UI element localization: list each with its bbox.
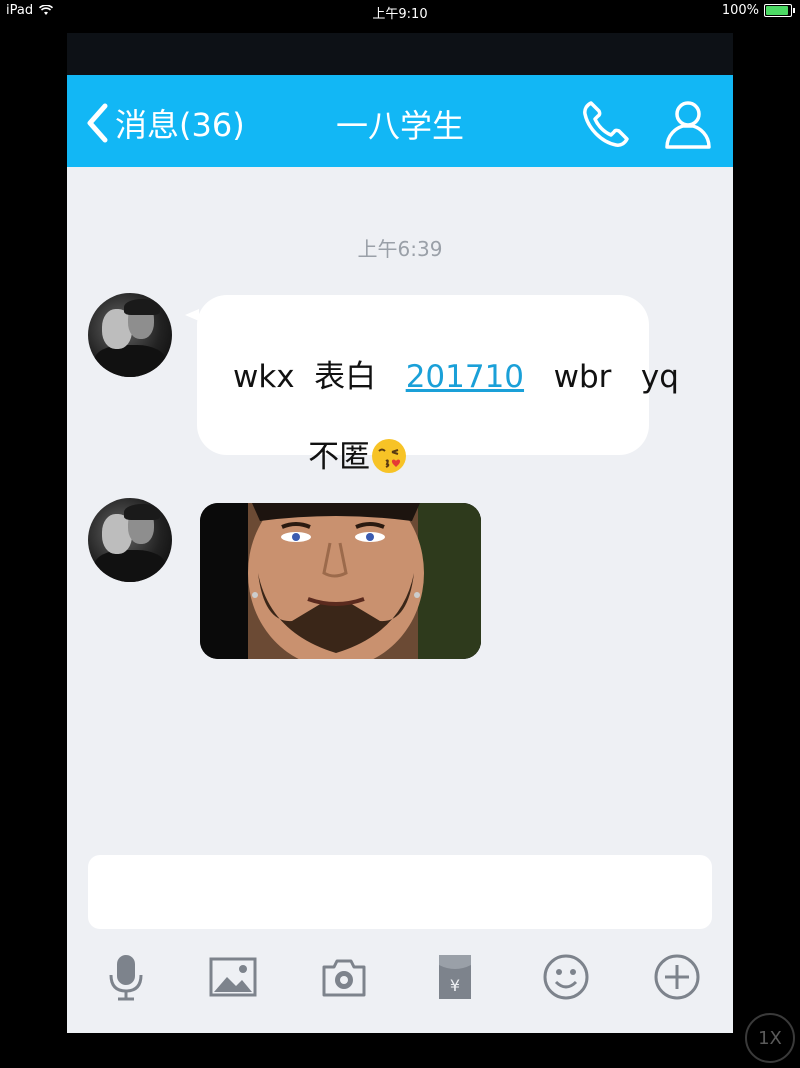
image-icon[interactable] [209,953,257,1001]
status-time: 上午9:10 [372,7,428,22]
user-profile-icon[interactable] [661,97,715,151]
zoom-speed-button[interactable]: 1X [745,1013,795,1063]
nav-bar: 消息(36) 一八学生 [67,75,733,167]
message-text-2: wbr yq [553,359,679,395]
chat-toolbar: ¥ [67,953,733,1013]
status-bar: iPad 上午9:10 100% [0,0,800,22]
photo-thumbnail [200,503,481,659]
kissing-face-emoji-icon [372,439,407,473]
message-text-4: 不匿 [308,439,371,475]
svg-text:¥: ¥ [450,976,460,995]
plus-icon[interactable] [653,953,701,1001]
emoji-icon[interactable] [542,953,590,1001]
microphone-icon[interactable] [102,953,150,1001]
phone-call-icon[interactable] [579,97,633,151]
battery-icon [764,4,795,17]
sender-avatar[interactable] [88,293,172,377]
phone-screen: 消息(36) 一八学生 上午6:39 表白 201710 wbr yq wkx … [67,33,733,1033]
image-message[interactable] [200,503,481,659]
sender-avatar[interactable] [88,498,172,582]
battery-percent: 100% [721,3,759,18]
message-text-1: 表白 [314,359,377,395]
message-timestamp: 上午6:39 [357,237,443,261]
message-input[interactable] [88,855,712,929]
message-text-3: wkx [233,359,295,395]
camera-icon[interactable] [320,953,368,1001]
chat-title: 一八学生 [335,107,464,145]
phone-status-area [67,33,733,75]
message-link[interactable]: 201710 [406,359,524,395]
red-packet-icon[interactable]: ¥ [431,953,479,1001]
text-message-bubble[interactable]: 表白 201710 wbr yq wkx 不匿 [185,295,679,475]
